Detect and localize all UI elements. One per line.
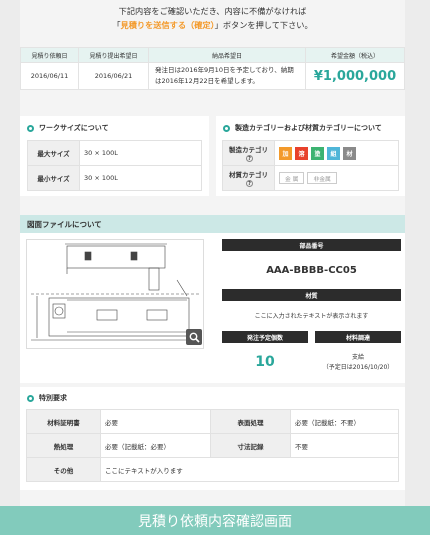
summary-table: 見積り依頼日 見積り提出希望日 納品希望日 希望金額（税込） 2016/06/1… xyxy=(20,47,405,90)
tag-nonmetal: 非金属 xyxy=(307,172,337,184)
header-price: 希望金額（税込） xyxy=(305,47,405,63)
quantity-value: 10 xyxy=(255,354,275,370)
tag-metal: 金 属 xyxy=(279,172,305,184)
header-submit-date: 見積り提出希望日 xyxy=(78,47,149,63)
drawing-heading: 図面ファイルについて xyxy=(20,215,405,233)
supply-note: （予定日は2016/10/20） xyxy=(322,364,394,371)
drawing-thumbnail[interactable] xyxy=(26,239,204,349)
intro-line-1: 下記内容をご確認いただき、内容に不備がなければ xyxy=(118,6,307,16)
part-number-label: 部品番号 xyxy=(222,239,401,251)
material-cert-value: 必要 xyxy=(100,409,211,434)
work-size-table: 最大サイズ 30 × 100L 最小サイズ 30 × 100L xyxy=(27,140,202,191)
work-size-heading: ワークサイズについて xyxy=(20,116,209,140)
tag-material: 材 xyxy=(343,146,356,160)
tag-welding: 溶 xyxy=(295,146,308,160)
drawing-card: 部品番号 AAA-BBBB-CC05 材質 ここに入力されたテキストが表示されま… xyxy=(20,233,405,383)
dimension-record-value: 不要 xyxy=(290,433,399,458)
min-size-label: 最小サイズ xyxy=(27,165,80,191)
price: ¥1,000,000 xyxy=(305,62,405,90)
part-number-value: AAA-BBBB-CC05 xyxy=(266,264,357,276)
dimension-record-label: 寸法記録 xyxy=(210,433,291,458)
bullet-icon xyxy=(223,124,230,132)
submit-date: 2016/06/21 xyxy=(78,62,149,90)
header-request-date: 見積り依頼日 xyxy=(20,47,79,63)
zoom-button[interactable] xyxy=(186,329,202,345)
category-card: 製造カテゴリーおよび材質カテゴリーについて 製造カテゴリ? 加 溶 塗 組 材 … xyxy=(216,116,405,196)
max-size-label: 最大サイズ xyxy=(27,140,80,166)
bullet-icon xyxy=(27,124,34,132)
material-category-label: 材質カテゴリ? xyxy=(222,165,275,191)
magnify-icon xyxy=(189,332,200,343)
special-heading: 特別要求 xyxy=(20,387,405,409)
max-size-value: 30 × 100L xyxy=(79,140,202,166)
technical-drawing-icon xyxy=(31,243,199,341)
material-value: ここに入力されたテキストが表示されます xyxy=(254,312,369,320)
min-size-value: 30 × 100L xyxy=(79,165,202,191)
bullet-icon xyxy=(27,394,34,402)
intro-line-2: 「見積りを送信する（確定）」ボタンを押して下さい。 xyxy=(112,20,313,30)
category-table: 製造カテゴリ? 加 溶 塗 組 材 材質カテゴリ? 金 属 非金属 xyxy=(222,140,399,191)
help-icon[interactable]: ? xyxy=(246,155,253,163)
material-category-tags: 金 属 非金属 xyxy=(274,165,399,191)
other-value: ここにテキストが入ります xyxy=(100,457,399,482)
work-size-card: ワークサイズについて 最大サイズ 30 × 100L 最小サイズ 30 × 100L xyxy=(20,116,209,196)
surface-treatment-label: 表面処理 xyxy=(210,409,291,434)
special-table: 材料証明書 必要 表面処理 必要（記載紙：不要） 熱処理 必要（記載紙：必要） … xyxy=(26,409,399,482)
send-button-reference: 見積りを送信する（確定） xyxy=(120,20,215,30)
tag-painting: 塗 xyxy=(311,146,324,160)
delivery-note: 発注日は2016年9月10日を予定しており、納期は2016年12月22日を希望し… xyxy=(148,62,306,90)
material-cert-label: 材料証明書 xyxy=(26,409,101,434)
other-label: その他 xyxy=(26,457,101,482)
supply-value: 支給 （予定日は2016/10/20） xyxy=(315,349,401,375)
header-delivery-date: 納品希望日 xyxy=(148,47,306,63)
tag-assembly: 組 xyxy=(327,146,340,160)
help-icon[interactable]: ? xyxy=(246,180,253,188)
mfg-category-tags: 加 溶 塗 組 材 xyxy=(274,140,399,166)
tag-machining: 加 xyxy=(279,146,292,160)
footer-caption: 見積り依頼内容確認画面 xyxy=(0,506,430,535)
material-label: 材質 xyxy=(222,289,401,301)
mfg-category-label: 製造カテゴリ? xyxy=(222,140,275,166)
heat-treatment-label: 熱処理 xyxy=(26,433,101,458)
request-date: 2016/06/11 xyxy=(20,62,79,90)
category-heading: 製造カテゴリーおよび材質カテゴリーについて xyxy=(216,116,405,140)
supply-label: 材料調達 xyxy=(315,331,401,343)
quantity-label: 発注予定個数 xyxy=(222,331,308,343)
special-card: 特別要求 材料証明書 必要 表面処理 必要（記載紙：不要） 熱処理 必要（記載紙… xyxy=(20,387,405,490)
page-panel: 下記内容をご確認いただき、内容に不備がなければ 「見積りを送信する（確定）」ボタ… xyxy=(20,0,405,535)
intro-text: 下記内容をご確認いただき、内容に不備がなければ 「見積りを送信する（確定）」ボタ… xyxy=(20,4,405,32)
surface-treatment-value: 必要（記載紙：不要） xyxy=(290,409,399,434)
heat-treatment-value: 必要（記載紙：必要） xyxy=(100,433,211,458)
